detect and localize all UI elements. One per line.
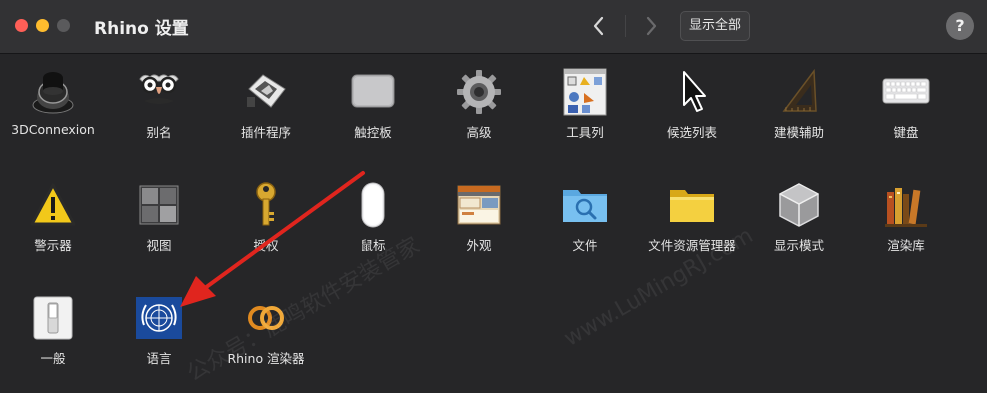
viewports-icon bbox=[134, 180, 184, 230]
close-window-button[interactable] bbox=[15, 19, 28, 32]
pref-label: 别名 bbox=[146, 125, 172, 140]
switch-icon bbox=[28, 293, 78, 343]
pref-alias[interactable]: 别名 bbox=[104, 67, 214, 167]
pref-label: 高级 bbox=[466, 125, 492, 140]
keyboard-icon bbox=[881, 67, 931, 117]
pref-appearance[interactable]: 外观 bbox=[424, 180, 534, 280]
3dconnexion-icon bbox=[28, 67, 78, 117]
pref-label: 一般 bbox=[40, 351, 66, 366]
pref-plugins[interactable]: 插件程序 bbox=[211, 67, 321, 167]
pref-label: 建模辅助 bbox=[773, 125, 824, 140]
pref-trackpad[interactable]: 触控板 bbox=[318, 67, 428, 167]
display-cube-icon bbox=[774, 180, 824, 230]
key-icon bbox=[241, 180, 291, 230]
mouse-icon bbox=[348, 180, 398, 230]
pref-label: 3DConnexion bbox=[11, 122, 95, 137]
gear-icon bbox=[454, 67, 504, 117]
pref-license[interactable]: 授权 bbox=[211, 180, 321, 280]
cursor-icon bbox=[667, 67, 717, 117]
pref-files[interactable]: 文件 bbox=[530, 180, 640, 280]
pref-label: 触控板 bbox=[354, 125, 392, 140]
trackpad-icon bbox=[348, 67, 398, 117]
alias-icon bbox=[134, 67, 184, 117]
back-button[interactable] bbox=[585, 12, 613, 40]
un-flag-icon bbox=[134, 293, 184, 343]
help-button[interactable]: ? bbox=[946, 12, 974, 40]
warning-icon bbox=[28, 180, 78, 230]
pref-label: 候选列表 bbox=[666, 125, 717, 140]
forward-button[interactable] bbox=[637, 12, 665, 40]
pref-label: 警示器 bbox=[34, 238, 72, 253]
pref-label: 显示模式 bbox=[773, 238, 824, 253]
minimize-window-button[interactable] bbox=[36, 19, 49, 32]
pref-alerts[interactable]: 警示器 bbox=[0, 180, 108, 280]
folder-search-icon bbox=[560, 180, 610, 230]
zoom-window-button[interactable] bbox=[57, 19, 70, 32]
pref-label: 外观 bbox=[466, 238, 492, 253]
nav-divider bbox=[625, 15, 626, 37]
plugin-icon bbox=[241, 67, 291, 117]
chevron-right-icon bbox=[646, 16, 657, 36]
books-icon bbox=[881, 180, 931, 230]
pref-label: 授权 bbox=[253, 238, 279, 253]
pref-display-modes[interactable]: 显示模式 bbox=[744, 180, 854, 280]
pref-keyboard[interactable]: 键盘 bbox=[851, 67, 961, 167]
pref-advanced[interactable]: 高级 bbox=[424, 67, 534, 167]
pref-general[interactable]: 一般 bbox=[0, 293, 108, 393]
toolbar-icon bbox=[560, 67, 610, 117]
pref-3dconnexion[interactable]: 3DConnexion bbox=[0, 67, 108, 167]
pref-label: 视图 bbox=[146, 238, 172, 253]
chevron-left-icon bbox=[593, 16, 604, 36]
folder-icon bbox=[667, 180, 717, 230]
show-all-button[interactable]: 显示全部 bbox=[680, 11, 751, 41]
window-title: Rhino 设置 bbox=[94, 19, 189, 39]
appearance-icon bbox=[454, 180, 504, 230]
pref-label: 工具列 bbox=[566, 125, 604, 140]
pref-modeling-aids[interactable]: 建模辅助 bbox=[744, 67, 854, 167]
pref-label: 插件程序 bbox=[240, 125, 291, 140]
pref-views[interactable]: 视图 bbox=[104, 180, 214, 280]
pref-candidate-list[interactable]: 候选列表 bbox=[637, 67, 747, 167]
triangle-ruler-icon bbox=[774, 67, 824, 117]
toolbar: Rhino 设置 显示全部 ? bbox=[0, 0, 987, 54]
pref-toolbars[interactable]: 工具列 bbox=[530, 67, 640, 167]
pref-label: 键盘 bbox=[893, 125, 919, 140]
pref-render-library[interactable]: 渲染库 bbox=[851, 180, 961, 280]
pref-label: 渲染库 bbox=[887, 238, 925, 253]
pref-label: 文件 bbox=[572, 238, 598, 253]
